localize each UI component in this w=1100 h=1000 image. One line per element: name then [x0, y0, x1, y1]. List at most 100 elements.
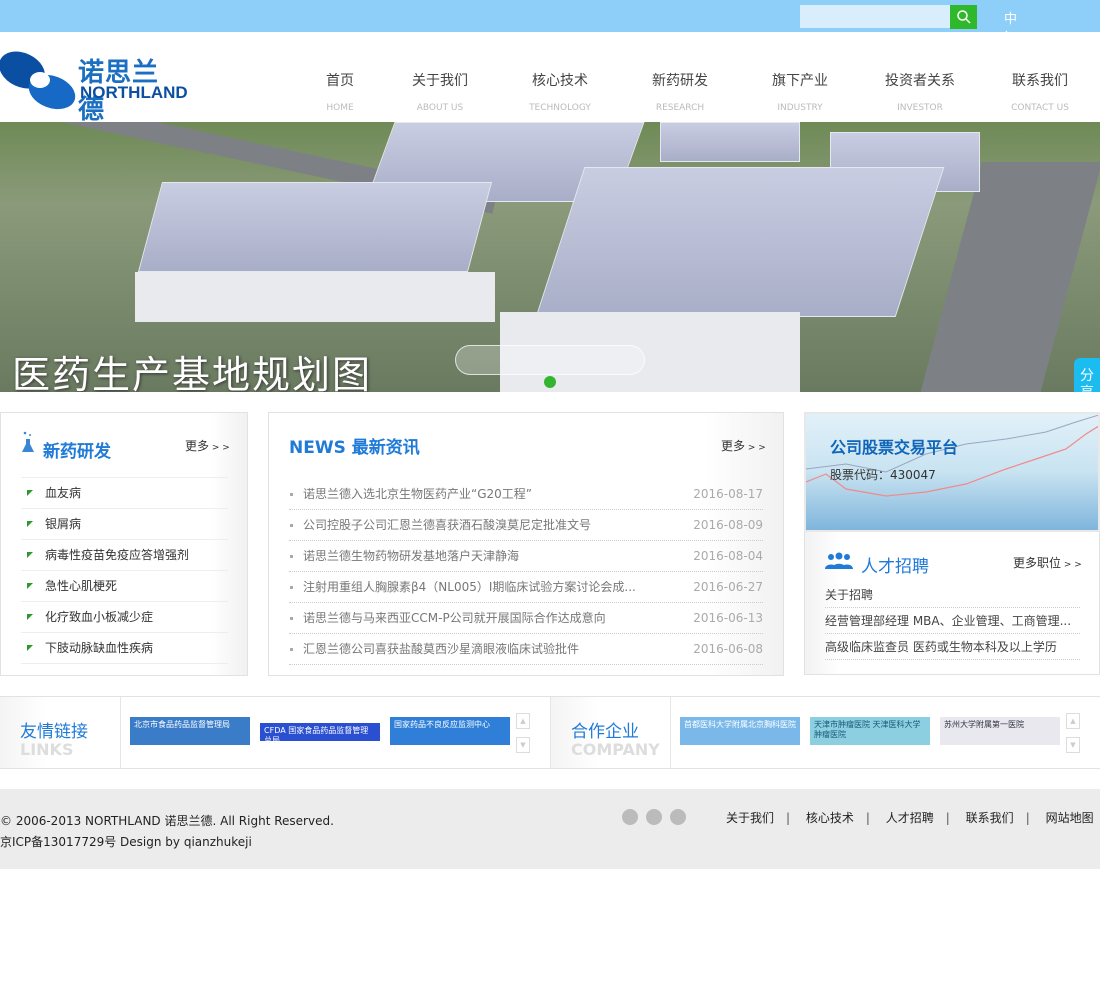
wechat-icon[interactable] — [670, 809, 686, 825]
news-item-date: 2016-06-27 — [693, 580, 763, 594]
nav-label: 关于我们 — [412, 73, 468, 89]
news-item[interactable]: 诺思兰德生物药物研发基地落户天津静海 2016-08-04 — [289, 541, 763, 572]
news-item-date: 2016-08-04 — [693, 549, 763, 563]
search-button[interactable] — [950, 5, 977, 29]
nav-sublabel: INDUSTRY — [777, 103, 823, 113]
links-title: 友情链接 — [20, 722, 88, 742]
drug-research-panel: 新药研发 更多 血友病 银屑病 病毒性疫苗免疫应答增强剂 急性心肌梗死 化疗致血… — [0, 412, 248, 676]
drug-item[interactable]: 血友病 — [21, 478, 228, 509]
logo-mark-icon — [0, 51, 76, 110]
footer-link-technology[interactable]: 核心技术 — [806, 811, 854, 825]
stock-code: 股票代码：430047 — [830, 468, 936, 482]
nav-label: 投资者关系 — [885, 73, 955, 89]
news-item[interactable]: 汇恩兰德公司喜获盐酸莫西沙星滴眼液临床试验批件 2016-06-08 — [289, 634, 763, 665]
news-item-title: 公司控股子公司汇恩兰德喜获酒石酸溴莫尼定批准文号 — [303, 518, 592, 532]
nav-label: 旗下产业 — [772, 73, 828, 89]
nav-sublabel: ABOUT US — [416, 103, 464, 113]
drug-item[interactable]: 病毒性疫苗免疫应答增强剂 — [21, 540, 228, 571]
news-item[interactable]: 诺思兰德入选北京生物医药产业“G20工程” 2016-08-17 — [289, 479, 763, 510]
partners-heading: 合作企业 COMPANY — [550, 697, 671, 768]
link-logo-bjfda[interactable]: 北京市食品药品监督管理局 — [130, 717, 250, 745]
nav-research[interactable]: 新药研发 RESEARCH — [620, 70, 740, 118]
banner-road — [917, 162, 1100, 392]
news-panel: NEWS 最新资讯 更多 诺思兰德入选北京生物医药产业“G20工程” 2016-0… — [268, 412, 784, 676]
news-item[interactable]: 公司控股子公司汇恩兰德喜获酒石酸溴莫尼定批准文号 2016-08-09 — [289, 510, 763, 541]
news-item-date: 2016-08-17 — [693, 487, 763, 501]
links-subtitle: LINKS — [20, 740, 74, 759]
nav-about[interactable]: 关于我们 ABOUT US — [380, 70, 500, 118]
search-input[interactable] — [800, 5, 950, 28]
links-scroll-down[interactable]: ▼ — [516, 737, 530, 753]
pinterest-icon[interactable] — [646, 809, 662, 825]
recruitment-more-link[interactable]: 更多职位 — [1013, 554, 1082, 571]
job-item[interactable]: 关于招聘 — [825, 582, 1080, 608]
banner-building-wall — [135, 272, 495, 322]
copyright-text: © 2006-2013 NORTHLAND 诺思兰德. All Right Re… — [0, 814, 334, 828]
banner-building — [137, 182, 493, 272]
link-logo-adr[interactable]: 国家药品不良反应监测中心 — [390, 717, 510, 745]
partners-scroll-up[interactable]: ▲ — [1066, 713, 1080, 729]
partner-logo-suzhou-hospital[interactable]: 苏州大学附属第一医院 — [940, 717, 1060, 745]
footer: © 2006-2013 NORTHLAND 诺思兰德. All Right Re… — [0, 789, 1100, 869]
footer-link-about[interactable]: 关于我们 — [726, 811, 774, 825]
link-logo-cfda[interactable]: CFDA 国家食品药品监督管理总局 — [260, 723, 380, 741]
job-item[interactable]: 高级临床监查员 医药或生物本科及以上学历 — [825, 634, 1080, 660]
nav-technology[interactable]: 核心技术 TECHNOLOGY — [500, 70, 620, 118]
news-item-title: 注射用重组人胸腺素β4（NL005）Ⅰ期临床试验方案讨论会成... — [303, 580, 636, 594]
header: 诺思兰德 NORTHLAND 首页 HOME 关于我们 ABOUT US 核心技术 T… — [0, 32, 1100, 133]
news-item-title: 诺思兰德与马来西亚CCM-P公司就开展国际合作达成意向 — [303, 611, 606, 625]
logo-en-text: NORTHLAND — [80, 83, 188, 102]
links-scroll-up[interactable]: ▲ — [516, 713, 530, 729]
nav-industry[interactable]: 旗下产业 INDUSTRY — [740, 70, 860, 118]
top-bar: 中文 | English — [0, 0, 1100, 46]
partner-logo-chest-hospital[interactable]: 首都医科大学附属北京胸科医院 — [680, 717, 800, 745]
news-item[interactable]: 注射用重组人胸腺素β4（NL005）Ⅰ期临床试验方案讨论会成... 2016-06… — [289, 572, 763, 603]
drug-more-link[interactable]: 更多 — [185, 437, 230, 454]
footer-link-jobs[interactable]: 人才招聘 — [886, 811, 934, 825]
partner-logo-tumor-hospital[interactable]: 天津市肿瘤医院 天津医科大学肿瘤医院 — [810, 717, 930, 745]
drug-item[interactable]: 下肢动脉缺血性疾病 — [21, 633, 228, 664]
flask-icon — [22, 431, 34, 452]
footer-link-contact[interactable]: 联系我们 — [966, 811, 1014, 825]
friendly-links-heading: 友情链接 LINKS — [0, 697, 121, 768]
nav-label: 核心技术 — [532, 73, 588, 89]
slider-controls[interactable] — [455, 345, 645, 375]
hero-banner[interactable]: 医药生产基地规划图 分享到： — [0, 122, 1100, 392]
job-item[interactable]: 经营管理部经理 MBA、企业管理、工商管理... — [825, 608, 1080, 634]
banner-building — [660, 122, 800, 162]
share-tab[interactable]: 分享到： — [1074, 358, 1100, 392]
drug-item[interactable]: 急性心肌梗死 — [21, 571, 228, 602]
news-item-title: 诺思兰德生物药物研发基地落户天津静海 — [303, 549, 520, 563]
nav-label: 新药研发 — [652, 73, 708, 89]
logo[interactable]: 诺思兰德 NORTHLAND — [0, 50, 188, 125]
partners-scroll-down[interactable]: ▼ — [1066, 737, 1080, 753]
nav-contact[interactable]: 联系我们 CONTACT US — [980, 70, 1100, 118]
recruitment-panel: 人才招聘 更多职位 关于招聘 经营管理部经理 MBA、企业管理、工商管理... … — [804, 532, 1100, 675]
nav-sublabel: RESEARCH — [655, 103, 705, 113]
weibo-icon[interactable] — [622, 809, 638, 825]
news-more-link[interactable]: 更多 — [721, 437, 766, 454]
news-item[interactable]: 诺思兰德与马来西亚CCM-P公司就开展国际合作达成意向 2016-06-13 — [289, 603, 763, 634]
news-item-date: 2016-08-09 — [693, 518, 763, 532]
people-icon — [825, 552, 853, 569]
drug-item[interactable]: 银屑病 — [21, 509, 228, 540]
partners-subtitle: COMPANY — [571, 740, 660, 759]
stock-platform-banner[interactable]: 公司股票交易平台 股票代码：430047 — [804, 412, 1100, 532]
news-item-date: 2016-06-08 — [693, 642, 763, 656]
search-icon — [956, 10, 971, 24]
banner-caption: 医药生产基地规划图 — [12, 353, 373, 392]
drug-item[interactable]: 化疗致血小板减少症 — [21, 602, 228, 633]
recruitment-title: 人才招聘 — [861, 557, 929, 577]
links-strip: 友情链接 LINKS 北京市食品药品监督管理局 CFDA 国家食品药品监督管理总局… — [0, 696, 1100, 769]
news-item-title: 诺思兰德入选北京生物医药产业“G20工程” — [303, 487, 533, 501]
slide-indicator-dot[interactable] — [544, 376, 556, 388]
partners-title: 合作企业 — [571, 722, 639, 742]
stock-title: 公司股票交易平台 — [830, 438, 959, 457]
nav-sublabel: CONTACT US — [1011, 103, 1069, 113]
news-item-date: 2016-06-13 — [693, 611, 763, 625]
nav-label: 联系我们 — [1012, 73, 1068, 89]
banner-building — [535, 167, 945, 317]
icp-text: 京ICP备13017729号 Design by qianzhukeji — [0, 835, 252, 849]
footer-link-sitemap[interactable]: 网站地图 — [1046, 811, 1094, 825]
drug-title: 新药研发 — [43, 442, 111, 462]
